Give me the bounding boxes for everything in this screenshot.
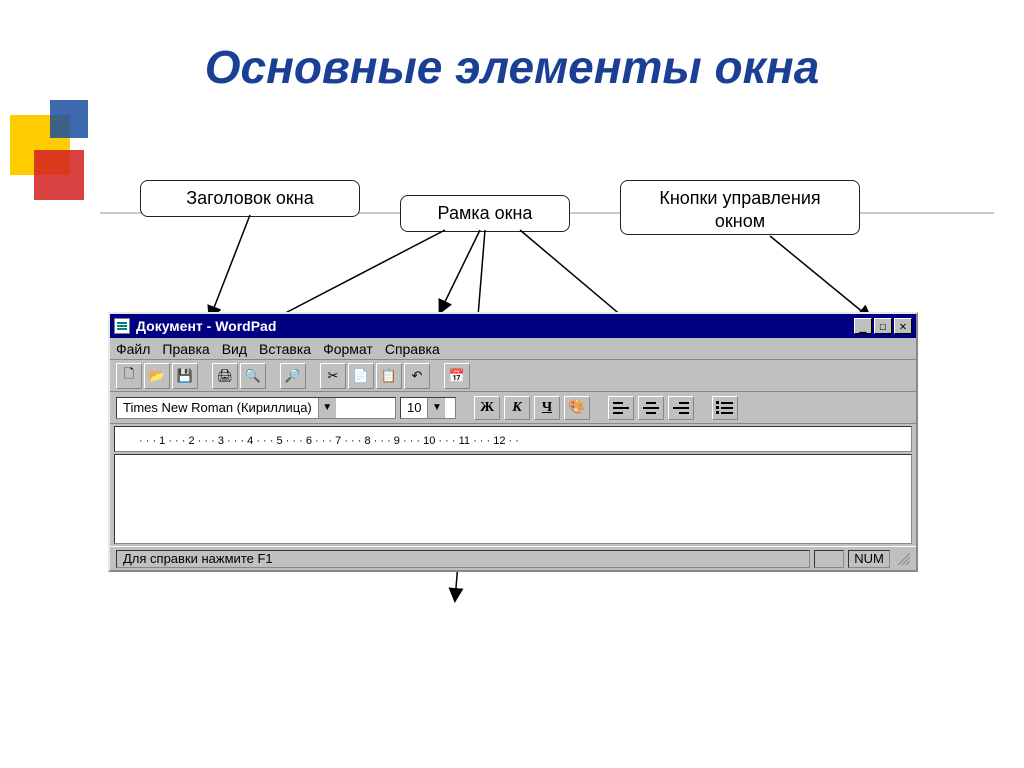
copy-button[interactable]: 📄: [348, 363, 374, 389]
open-icon: 📂: [149, 368, 165, 384]
print-button[interactable]: 🖨: [212, 363, 238, 389]
italic-button[interactable]: К: [504, 396, 530, 420]
menu-edit[interactable]: Правка: [162, 341, 209, 357]
preview-icon: 🔍: [245, 368, 261, 384]
titlebar[interactable]: Документ - WordPad _ ☐ ✕: [110, 314, 916, 338]
menu-view[interactable]: Вид: [222, 341, 247, 357]
menu-bar: Файл Правка Вид Вставка Формат Справка: [110, 338, 916, 360]
align-left-button[interactable]: [608, 396, 634, 420]
callout-title: Заголовок окна: [140, 180, 360, 217]
font-combo[interactable]: Times New Roman (Кириллица) ▼: [116, 397, 396, 419]
size-combo[interactable]: 10 ▼: [400, 397, 456, 419]
find-icon: 🔎: [285, 368, 301, 384]
paste-button[interactable]: 📋: [376, 363, 402, 389]
close-button[interactable]: ✕: [894, 318, 912, 334]
datetime-button[interactable]: 📅: [444, 363, 470, 389]
callout-frame: Рамка окна: [400, 195, 570, 232]
underline-button[interactable]: Ч: [534, 396, 560, 420]
undo-icon: ↶: [412, 368, 423, 384]
paste-icon: 📋: [381, 368, 397, 384]
save-button[interactable]: 💾: [172, 363, 198, 389]
bullets-button[interactable]: [712, 396, 738, 420]
chevron-down-icon[interactable]: ▼: [427, 398, 445, 418]
callout-controls: Кнопки управления окном: [620, 180, 860, 235]
cut-icon: ✂: [328, 368, 339, 384]
standard-toolbar: 🗋 📂 💾 🖨 🔍 🔎 ✂ 📄 📋 ↶ 📅: [110, 360, 916, 392]
app-icon[interactable]: [114, 318, 130, 334]
ruler[interactable]: · · · 1 · · · 2 · · · 3 · · · 4 · · · 5 …: [114, 426, 912, 452]
slide-title: Основные элементы окна: [0, 40, 1024, 94]
align-right-button[interactable]: [668, 396, 694, 420]
status-numlock: NUM: [848, 550, 890, 568]
bold-button[interactable]: Ж: [474, 396, 500, 420]
menu-format[interactable]: Формат: [323, 341, 373, 357]
document-area[interactable]: [114, 454, 912, 544]
chevron-down-icon[interactable]: ▼: [318, 398, 336, 418]
menu-file[interactable]: Файл: [116, 341, 150, 357]
menu-help[interactable]: Справка: [385, 341, 440, 357]
print-icon: 🖨: [217, 368, 234, 384]
status-bar: Для справки нажмите F1 NUM: [110, 546, 916, 570]
minimize-button[interactable]: _: [854, 318, 872, 334]
undo-button[interactable]: ↶: [404, 363, 430, 389]
wordpad-window: Документ - WordPad _ ☐ ✕ Файл Правка Вид…: [108, 312, 918, 572]
datetime-icon: 📅: [449, 368, 465, 384]
size-value: 10: [401, 400, 427, 415]
status-empty: [814, 550, 844, 568]
copy-icon: 📄: [353, 368, 369, 384]
align-center-button[interactable]: [638, 396, 664, 420]
window-controls: _ ☐ ✕: [854, 318, 912, 334]
color-button[interactable]: 🎨: [564, 396, 590, 420]
open-button[interactable]: 📂: [144, 363, 170, 389]
new-icon: 🗋: [124, 365, 134, 387]
decor-square-red: [34, 150, 84, 200]
resize-grip[interactable]: [894, 549, 910, 568]
decor-square-blue: [50, 100, 88, 138]
find-button[interactable]: 🔎: [280, 363, 306, 389]
font-value: Times New Roman (Кириллица): [117, 400, 318, 415]
save-icon: 💾: [177, 368, 193, 384]
status-help-text: Для справки нажмите F1: [116, 550, 810, 568]
menu-insert[interactable]: Вставка: [259, 341, 311, 357]
cut-button[interactable]: ✂: [320, 363, 346, 389]
window-title: Документ - WordPad: [136, 318, 276, 334]
palette-icon: 🎨: [568, 399, 585, 416]
maximize-button[interactable]: ☐: [874, 318, 892, 334]
preview-button[interactable]: 🔍: [240, 363, 266, 389]
format-toolbar: Times New Roman (Кириллица) ▼ 10 ▼ Ж К Ч…: [110, 392, 916, 424]
new-button[interactable]: 🗋: [116, 363, 142, 389]
